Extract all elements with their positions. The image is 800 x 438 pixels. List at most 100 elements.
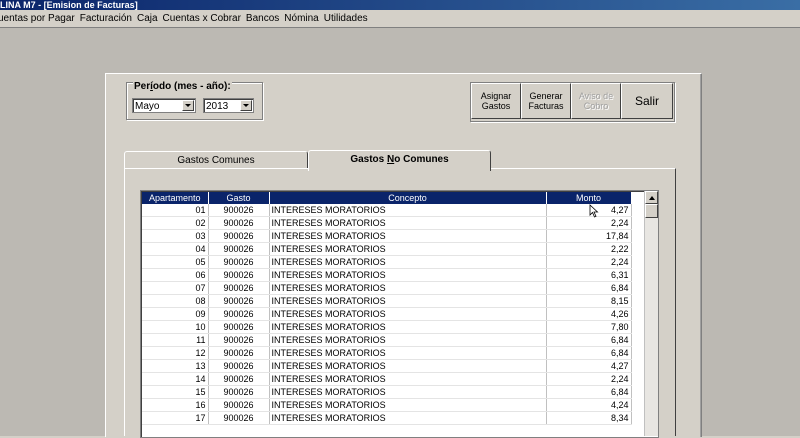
cell-monto[interactable]: 8,34 <box>546 411 632 425</box>
cell-monto[interactable]: 6,84 <box>546 346 632 360</box>
cell-apartamento[interactable]: 12 <box>142 346 209 360</box>
cell-concepto[interactable]: INTERESES MORATORIOS <box>269 204 547 217</box>
cell-monto[interactable]: 7,80 <box>546 320 632 334</box>
cell-concepto[interactable]: INTERESES MORATORIOS <box>269 229 547 243</box>
cell-apartamento[interactable]: 17 <box>142 411 209 425</box>
cell-concepto[interactable]: INTERESES MORATORIOS <box>269 216 547 230</box>
cell-gasto[interactable]: 900026 <box>208 204 270 217</box>
chevron-down-icon[interactable] <box>240 100 252 111</box>
cell-concepto[interactable]: INTERESES MORATORIOS <box>269 346 547 360</box>
cell-monto[interactable]: 6,31 <box>546 268 632 282</box>
cell-monto[interactable]: 2,24 <box>546 372 632 386</box>
cell-gasto[interactable]: 900026 <box>208 333 270 347</box>
cell-monto[interactable]: 17,84 <box>546 229 632 243</box>
cell-apartamento[interactable]: 10 <box>142 320 209 334</box>
expenses-grid[interactable]: Apartamento Gasto Concepto Monto 01 90002… <box>140 190 659 438</box>
cell-gasto[interactable]: 900026 <box>208 372 270 386</box>
cell-apartamento[interactable]: 15 <box>142 385 209 399</box>
cell-gasto[interactable]: 900026 <box>208 294 270 308</box>
asignar-gastos-button[interactable]: Asignar Gastos <box>471 83 521 119</box>
cell-gasto[interactable]: 900026 <box>208 320 270 334</box>
cell-apartamento[interactable]: 03 <box>142 229 209 243</box>
table-row[interactable]: 09 900026 INTERESES MORATORIOS 4,26 <box>142 307 632 321</box>
cell-gasto[interactable]: 900026 <box>208 242 270 256</box>
chevron-down-icon[interactable] <box>182 100 194 111</box>
tab-gastos-comunes[interactable]: Gastos Comunes <box>124 151 308 169</box>
cell-monto[interactable]: 4,24 <box>546 398 632 412</box>
cell-apartamento[interactable]: 16 <box>142 398 209 412</box>
scroll-up-arrow-icon[interactable] <box>645 191 658 204</box>
cell-concepto[interactable]: INTERESES MORATORIOS <box>269 307 547 321</box>
cell-apartamento[interactable]: 11 <box>142 333 209 347</box>
cell-monto[interactable]: 4,27 <box>546 359 632 373</box>
cell-gasto[interactable]: 900026 <box>208 385 270 399</box>
cell-gasto[interactable]: 900026 <box>208 411 270 425</box>
header-concepto[interactable]: Concepto <box>269 192 547 204</box>
cell-apartamento[interactable]: 05 <box>142 255 209 269</box>
cell-apartamento[interactable]: 06 <box>142 268 209 282</box>
cell-monto[interactable]: 6,84 <box>546 281 632 295</box>
cell-concepto[interactable]: INTERESES MORATORIOS <box>269 320 547 334</box>
table-row[interactable]: 07 900026 INTERESES MORATORIOS 6,84 <box>142 281 632 295</box>
aviso-cobro-button[interactable]: Aviso de Cobro <box>571 83 621 119</box>
table-row[interactable]: 03 900026 INTERESES MORATORIOS 17,84 <box>142 229 632 243</box>
table-row[interactable]: 01 900026 INTERESES MORATORIOS 4,27 <box>142 204 632 217</box>
menu-cuentas-x-cobrar[interactable]: Cuentas x Cobrar <box>163 13 246 24</box>
cell-concepto[interactable]: INTERESES MORATORIOS <box>269 333 547 347</box>
cell-gasto[interactable]: 900026 <box>208 398 270 412</box>
table-row[interactable]: 12 900026 INTERESES MORATORIOS 6,84 <box>142 346 632 360</box>
table-row[interactable]: 04 900026 INTERESES MORATORIOS 2,22 <box>142 242 632 256</box>
cell-apartamento[interactable]: 04 <box>142 242 209 256</box>
cell-apartamento[interactable]: 13 <box>142 359 209 373</box>
table-row[interactable]: 16 900026 INTERESES MORATORIOS 4,24 <box>142 398 632 412</box>
cell-monto[interactable]: 2,24 <box>546 216 632 230</box>
menu-facturacion[interactable]: Facturación <box>80 13 137 24</box>
table-row[interactable]: 06 900026 INTERESES MORATORIOS 6,31 <box>142 268 632 282</box>
grid-vertical-scrollbar[interactable] <box>644 191 658 436</box>
cell-monto[interactable]: 2,22 <box>546 242 632 256</box>
menu-utilidades[interactable]: Utilidades <box>324 13 373 24</box>
menu-nomina[interactable]: Nómina <box>284 13 323 24</box>
cell-apartamento[interactable]: 02 <box>142 216 209 230</box>
cell-concepto[interactable]: INTERESES MORATORIOS <box>269 255 547 269</box>
cell-monto[interactable]: 6,84 <box>546 333 632 347</box>
cell-concepto[interactable]: INTERESES MORATORIOS <box>269 242 547 256</box>
table-row[interactable]: 17 900026 INTERESES MORATORIOS 8,34 <box>142 411 632 425</box>
cell-monto[interactable]: 8,15 <box>546 294 632 308</box>
header-monto[interactable]: Monto <box>546 192 632 204</box>
cell-monto[interactable]: 6,84 <box>546 385 632 399</box>
cell-concepto[interactable]: INTERESES MORATORIOS <box>269 294 547 308</box>
cell-apartamento[interactable]: 07 <box>142 281 209 295</box>
cell-gasto[interactable]: 900026 <box>208 255 270 269</box>
cell-gasto[interactable]: 900026 <box>208 346 270 360</box>
menu-cuentas-por-pagar[interactable]: uentas por Pagar <box>0 13 80 24</box>
cell-apartamento[interactable]: 09 <box>142 307 209 321</box>
scroll-thumb[interactable] <box>645 204 658 218</box>
cell-concepto[interactable]: INTERESES MORATORIOS <box>269 268 547 282</box>
table-row[interactable]: 08 900026 INTERESES MORATORIOS 8,15 <box>142 294 632 308</box>
cell-gasto[interactable]: 900026 <box>208 216 270 230</box>
cell-concepto[interactable]: INTERESES MORATORIOS <box>269 398 547 412</box>
cell-gasto[interactable]: 900026 <box>208 281 270 295</box>
table-row[interactable]: 13 900026 INTERESES MORATORIOS 4,27 <box>142 359 632 373</box>
cell-concepto[interactable]: INTERESES MORATORIOS <box>269 411 547 425</box>
generar-facturas-button[interactable]: Generar Facturas <box>521 83 571 119</box>
year-select[interactable]: 2013 <box>203 98 254 113</box>
header-apartamento[interactable]: Apartamento <box>142 192 209 204</box>
table-row[interactable]: 05 900026 INTERESES MORATORIOS 2,24 <box>142 255 632 269</box>
cell-monto[interactable]: 4,26 <box>546 307 632 321</box>
cell-gasto[interactable]: 900026 <box>208 307 270 321</box>
table-row[interactable]: 14 900026 INTERESES MORATORIOS 2,24 <box>142 372 632 386</box>
table-row[interactable]: 15 900026 INTERESES MORATORIOS 6,84 <box>142 385 632 399</box>
cell-monto[interactable]: 2,24 <box>546 255 632 269</box>
cell-concepto[interactable]: INTERESES MORATORIOS <box>269 385 547 399</box>
cell-apartamento[interactable]: 14 <box>142 372 209 386</box>
cell-apartamento[interactable]: 08 <box>142 294 209 308</box>
cell-apartamento[interactable]: 01 <box>142 204 209 217</box>
cell-gasto[interactable]: 900026 <box>208 268 270 282</box>
month-select[interactable]: Mayo <box>132 98 196 113</box>
table-row[interactable]: 02 900026 INTERESES MORATORIOS 2,24 <box>142 216 632 230</box>
cell-gasto[interactable]: 900026 <box>208 229 270 243</box>
header-gasto[interactable]: Gasto <box>208 192 270 204</box>
salir-button[interactable]: Salir <box>621 83 673 119</box>
